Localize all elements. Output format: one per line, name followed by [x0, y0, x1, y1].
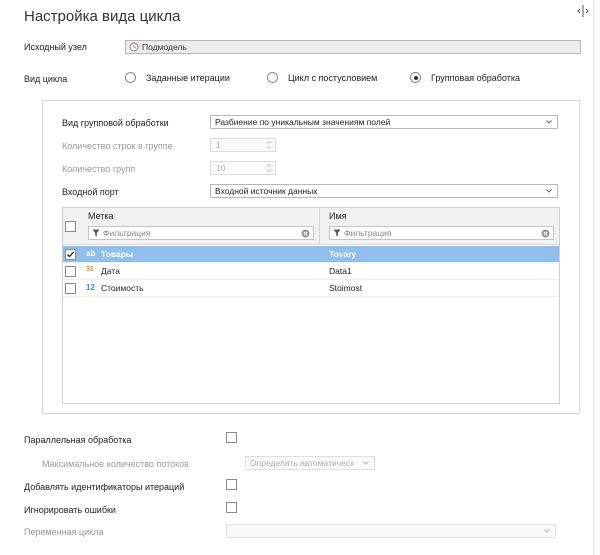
name-filter-input[interactable]: Фильтрация	[329, 226, 554, 240]
add-iteration-ids-checkbox[interactable]	[226, 479, 237, 490]
cycle-variable-label: Переменная цикла	[24, 527, 104, 537]
group-type-label: Вид групповой обработки	[62, 118, 169, 128]
column-header-label[interactable]: Метка	[88, 211, 114, 221]
string-type-icon: ab	[86, 249, 96, 258]
stepper-arrows-icon	[266, 140, 272, 150]
add-iteration-ids-label: Добавлять идентификаторы итераций	[24, 482, 185, 492]
radio-group-processing-label: Групповая обработка	[431, 73, 520, 83]
input-port-select[interactable]: Входной источник данных	[210, 184, 558, 198]
input-port-label: Входной порт	[62, 187, 119, 197]
table-row[interactable]: 12 Стоимость Stoimost	[63, 280, 559, 297]
row-name: Data1	[329, 266, 352, 276]
split-view-icon[interactable]	[576, 4, 590, 18]
label-filter-input[interactable]: Фильтрация	[88, 226, 314, 240]
table-row[interactable]: ab Товары Tovary	[63, 246, 559, 263]
row-label: Стоимость	[101, 283, 144, 293]
select-all-checkbox[interactable]	[65, 221, 76, 232]
number-type-icon: 12	[86, 283, 95, 292]
max-threads-select[interactable]: Определять автоматическ	[245, 456, 375, 470]
group-type-value: Разбиение по уникальным значениям полей	[215, 117, 391, 127]
clear-icon[interactable]	[301, 229, 310, 238]
ignore-errors-label: Игнорировать ошибки	[24, 505, 116, 515]
groups-count-label: Количество групп	[62, 164, 136, 174]
page-title: Настройка вида цикла	[24, 8, 181, 25]
radio-postcondition-label: Цикл с постусловием	[288, 73, 378, 83]
cycle-variable-select[interactable]	[226, 524, 556, 538]
max-threads-value: Определять автоматическ	[250, 458, 354, 468]
radio-given-iterations-label: Заданные итерации	[146, 73, 230, 83]
date-type-icon: 31	[86, 266, 94, 273]
max-threads-label: Максимальное количество потоков	[42, 459, 189, 469]
table-header: Метка Имя Фильтрация Фильтрация	[63, 208, 559, 245]
fields-table: Метка Имя Фильтрация Фильтрация ab Товар…	[62, 207, 560, 404]
chevron-down-icon	[546, 120, 552, 124]
row-label: Товары	[101, 249, 134, 259]
groups-count-value: 10	[216, 163, 226, 173]
chevron-down-icon	[544, 529, 550, 533]
parallel-processing-checkbox[interactable]	[226, 432, 237, 443]
ignore-errors-checkbox[interactable]	[226, 502, 237, 513]
row-name: Tovary	[329, 249, 357, 259]
rows-in-group-stepper[interactable]: 1	[210, 138, 276, 152]
column-separator	[319, 208, 320, 245]
filter-icon	[92, 229, 100, 237]
groups-count-stepper[interactable]: 10	[210, 161, 276, 175]
row-name: Stoimost	[329, 283, 363, 293]
source-node-label: Исходный узел	[24, 42, 87, 52]
cycle-type-label: Вид цикла	[24, 74, 68, 84]
row-checkbox[interactable]	[65, 266, 76, 277]
rows-in-group-value: 1	[216, 140, 221, 150]
filter-placeholder: Фильтрация	[344, 228, 392, 238]
node-icon	[129, 42, 139, 52]
chevron-down-icon	[546, 189, 552, 193]
clear-icon[interactable]	[541, 229, 550, 238]
group-type-select[interactable]: Разбиение по уникальным значениям полей	[210, 115, 558, 129]
row-label: Дата	[101, 266, 120, 276]
radio-given-iterations[interactable]	[125, 72, 136, 83]
rows-in-group-label: Количество строк в группе	[62, 141, 173, 151]
radio-group-processing[interactable]	[410, 72, 421, 83]
table-row[interactable]: 31 Дата Data1	[63, 263, 559, 280]
filter-icon	[333, 229, 341, 237]
stepper-arrows-icon	[266, 163, 272, 173]
source-node-value: Подмодель	[142, 42, 187, 52]
input-port-value: Входной источник данных	[215, 186, 318, 196]
filter-placeholder: Фильтрация	[103, 228, 151, 238]
row-checkbox[interactable]	[65, 283, 76, 294]
parallel-processing-label: Параллельная обработка	[24, 435, 132, 445]
check-icon	[67, 251, 74, 258]
chevron-down-icon	[363, 461, 369, 465]
column-header-name[interactable]: Имя	[329, 211, 347, 221]
row-checkbox[interactable]	[65, 249, 76, 260]
right-divider	[593, 0, 594, 555]
source-node-field: Подмодель	[125, 40, 581, 54]
radio-postcondition[interactable]	[267, 72, 278, 83]
